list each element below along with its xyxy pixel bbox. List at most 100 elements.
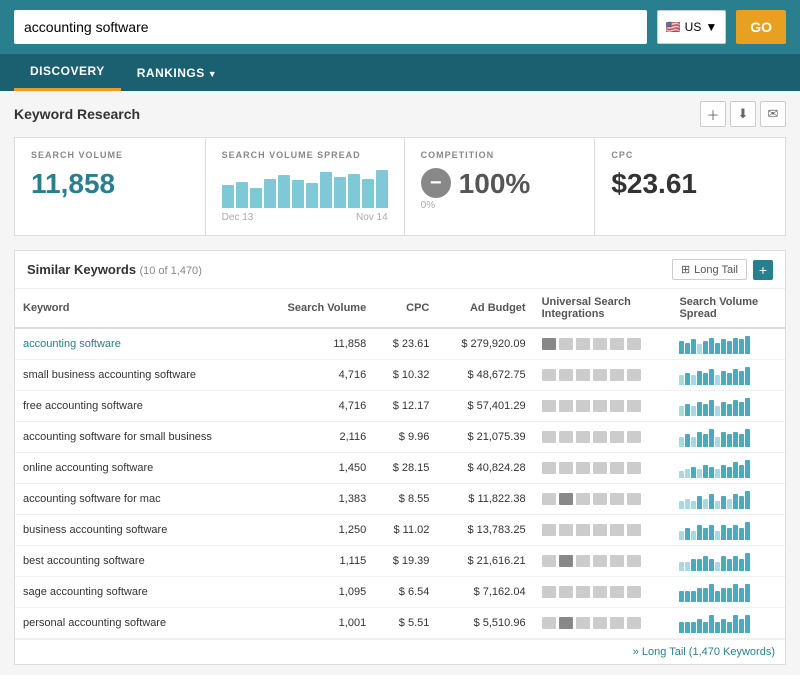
cell-cpc: $ 28.15: [374, 453, 437, 484]
footer-longtail-link[interactable]: » Long Tail (1,470 Keywords): [15, 639, 785, 664]
cell-keyword: accounting software for small business: [15, 422, 261, 453]
universal-icon: [610, 524, 624, 536]
spread-bar: [739, 528, 744, 540]
spread-bar: [697, 619, 702, 633]
spread-bar: [697, 496, 702, 509]
search-volume-value: 11,858: [31, 168, 189, 200]
download-icon-btn[interactable]: ⬇: [730, 101, 756, 127]
spread-bar: [679, 437, 684, 447]
spread-bar: [727, 434, 732, 447]
spread-bar: [691, 437, 696, 447]
universal-icon: [576, 462, 590, 474]
add-icon-btn[interactable]: ＋: [700, 101, 726, 127]
country-selector[interactable]: 🇺🇸 US ▼: [657, 10, 727, 44]
cell-universal: [534, 546, 672, 577]
metric-cpc: CPC $23.61: [595, 138, 785, 235]
spread-bar: [739, 619, 744, 633]
spread-bar: [691, 375, 696, 385]
spread-bar: [715, 622, 720, 633]
spread-bar: [733, 432, 738, 447]
spread-bar: [691, 591, 696, 602]
longtail-button[interactable]: ⊞ Long Tail: [672, 259, 747, 280]
keywords-header: Similar Keywords (10 of 1,470) ⊞ Long Ta…: [15, 251, 785, 289]
spread-bar: [727, 588, 732, 602]
spread-bar: [721, 556, 726, 571]
table-row[interactable]: accounting software11,858$ 23.61$ 279,92…: [15, 328, 785, 360]
spread-bar: [721, 402, 726, 416]
cell-keyword: free accounting software: [15, 391, 261, 422]
competition-sub: 0%: [421, 200, 579, 211]
table-row[interactable]: business accounting software1,250$ 11.02…: [15, 515, 785, 546]
universal-icon: [627, 617, 641, 629]
universal-icon: [559, 493, 573, 505]
competition-icon: −: [421, 168, 451, 198]
cell-budget: $ 7,162.04: [437, 577, 533, 608]
email-icon-btn[interactable]: ✉: [760, 101, 786, 127]
cell-universal: [534, 360, 672, 391]
universal-icon: [627, 369, 641, 381]
table-row[interactable]: online accounting software1,450$ 28.15$ …: [15, 453, 785, 484]
spread-bar: [745, 615, 750, 633]
spread-bar: [739, 496, 744, 509]
spread-bar: [691, 501, 696, 509]
keywords-title-area: Similar Keywords (10 of 1,470): [27, 262, 202, 277]
universal-icon: [559, 400, 573, 412]
cell-cpc: $ 11.02: [374, 515, 437, 546]
spread-bar: [733, 615, 738, 633]
table-row[interactable]: accounting software for mac1,383$ 8.55$ …: [15, 484, 785, 515]
spread-bar: [733, 400, 738, 416]
spread-bar: [679, 622, 684, 633]
spread-bar: [727, 341, 732, 354]
spread-bar: [745, 398, 750, 416]
table-row[interactable]: best accounting software1,115$ 19.39$ 21…: [15, 546, 785, 577]
nav-discovery[interactable]: DISCOVERY: [14, 54, 121, 91]
nav-rankings[interactable]: RANKINGS: [121, 56, 233, 90]
universal-icon: [576, 338, 590, 350]
spread-bar: [727, 373, 732, 385]
cell-budget: $ 21,616.21: [437, 546, 533, 577]
go-button[interactable]: GO: [736, 10, 786, 44]
cell-volume: 2,116: [261, 422, 375, 453]
spread-bar: [685, 591, 690, 602]
universal-icon: [610, 431, 624, 443]
spread-bar: [685, 562, 690, 571]
universal-icon: [627, 338, 641, 350]
col-keyword: Keyword: [15, 289, 261, 328]
cell-budget: $ 40,824.28: [437, 453, 533, 484]
universal-icon: [542, 493, 556, 505]
spread-bar: [685, 434, 690, 447]
spread-bar: [715, 343, 720, 354]
table-row[interactable]: sage accounting software1,095$ 6.54$ 7,1…: [15, 577, 785, 608]
col-spread: Search VolumeSpread: [671, 289, 785, 328]
cell-volume: 1,250: [261, 515, 375, 546]
table-row[interactable]: free accounting software4,716$ 12.17$ 57…: [15, 391, 785, 422]
table-row[interactable]: accounting software for small business2,…: [15, 422, 785, 453]
metric-spread: SEARCH VOLUME SPREAD Dec 13 Nov 14: [206, 138, 405, 235]
spread-bar: [745, 460, 750, 478]
grid-icon: ⊞: [681, 263, 690, 276]
spread-chart: [222, 168, 388, 208]
universal-icon: [610, 462, 624, 474]
spread-bar: [709, 429, 714, 447]
spread-bar: [727, 622, 732, 633]
spread-bar: [703, 373, 708, 385]
table-row[interactable]: personal accounting software1,001$ 5.51$…: [15, 608, 785, 639]
spread-date-start: Dec 13: [222, 212, 254, 223]
table-row[interactable]: small business accounting software4,716$…: [15, 360, 785, 391]
search-input[interactable]: [14, 10, 647, 44]
cell-volume: 11,858: [261, 328, 375, 360]
spread-bar: [697, 525, 702, 540]
cpc-value: $23.61: [611, 168, 769, 200]
cell-cpc: $ 19.39: [374, 546, 437, 577]
spread-bar: [715, 469, 720, 478]
cell-keyword: online accounting software: [15, 453, 261, 484]
spread-bar: [715, 375, 720, 385]
cell-volume: 1,450: [261, 453, 375, 484]
universal-icon: [576, 555, 590, 567]
keywords-count: (10 of 1,470): [139, 265, 201, 277]
keywords-add-button[interactable]: +: [753, 260, 773, 280]
cell-spread: [671, 577, 785, 608]
cell-keyword: sage accounting software: [15, 577, 261, 608]
spread-bar: [727, 528, 732, 540]
spread-bar: [697, 371, 702, 385]
